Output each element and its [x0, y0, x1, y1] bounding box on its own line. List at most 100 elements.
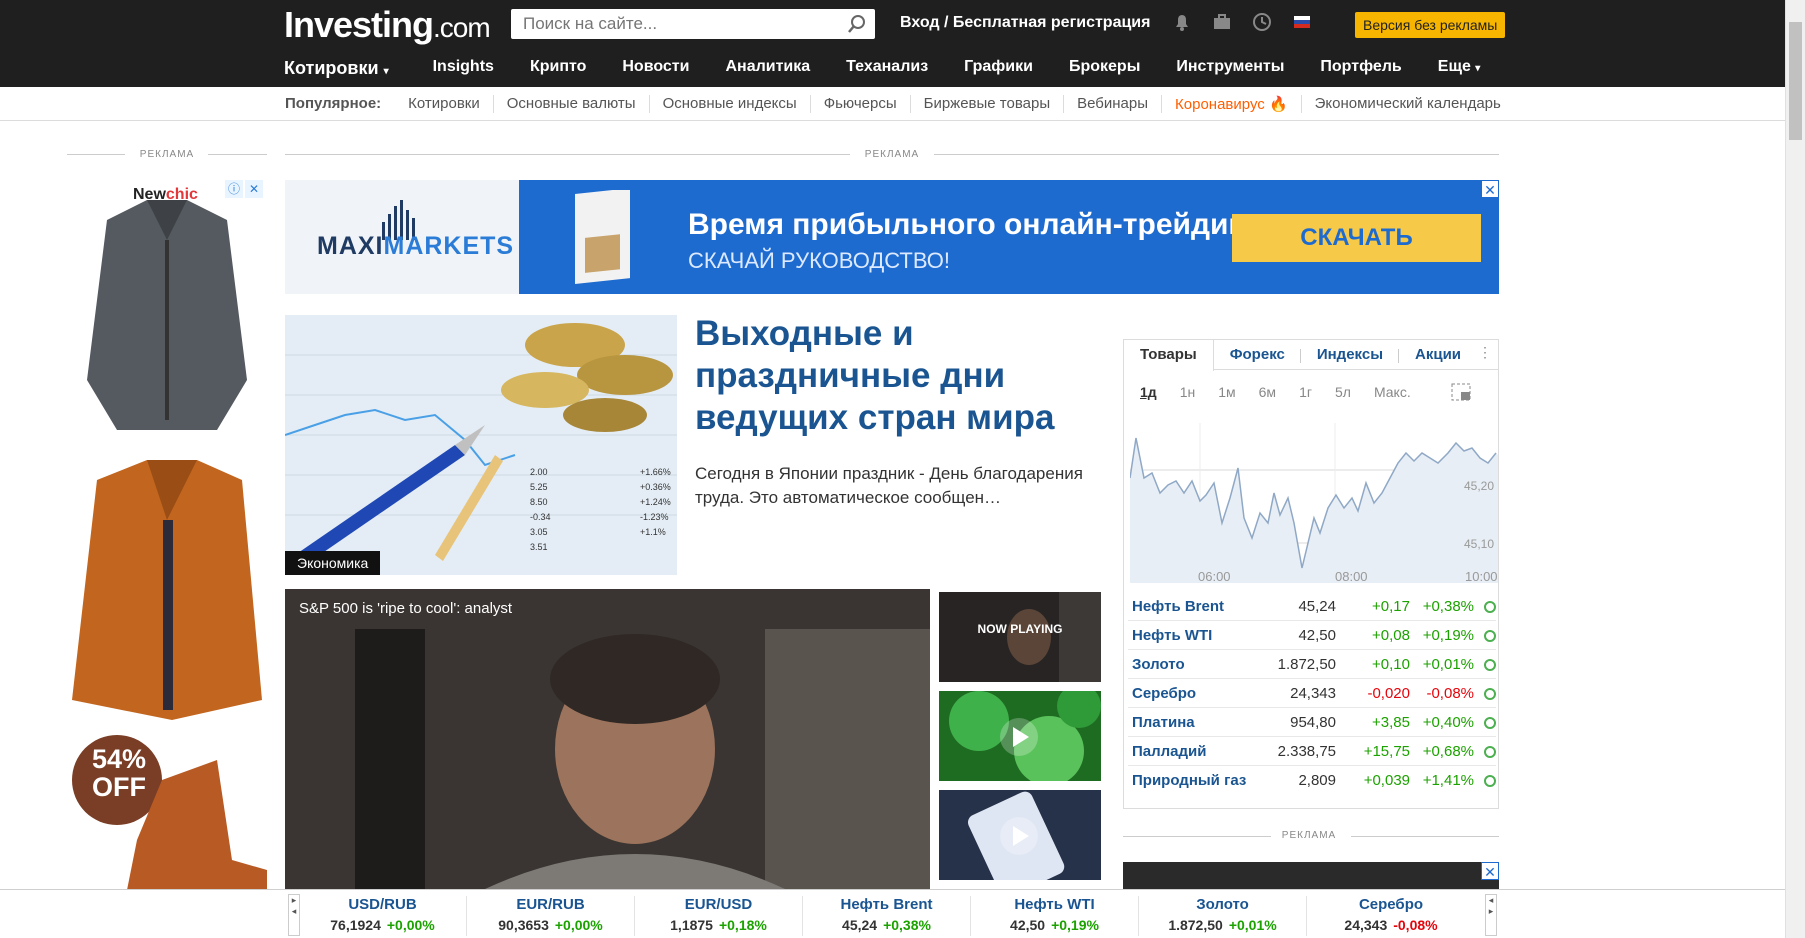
quote-name[interactable]: Природный газ: [1128, 772, 1256, 789]
quote-name[interactable]: Нефть Brent: [1128, 598, 1256, 615]
period-1w[interactable]: 1н: [1180, 384, 1196, 400]
popular-item-quotes[interactable]: Котировки: [395, 95, 494, 113]
ticker-item[interactable]: Золото 1.872,50 +0,01%: [1139, 896, 1307, 936]
bell-icon[interactable]: [1172, 12, 1192, 32]
period-5y[interactable]: 5л: [1335, 384, 1351, 400]
close-icon[interactable]: ✕: [245, 180, 263, 198]
quote-last: 1.872,50: [1277, 655, 1336, 673]
popular-item-currencies[interactable]: Основные валюты: [494, 95, 650, 113]
table-row[interactable]: Палладий 2.338,75 +15,75 +0,68%: [1128, 737, 1496, 766]
svg-text:+1.66%: +1.66%: [640, 467, 671, 477]
article-title[interactable]: Выходные и праздничные дни ведущих стран…: [695, 313, 1115, 439]
quote-name[interactable]: Платина: [1128, 714, 1256, 731]
ticker-pct: -0,08%: [1393, 917, 1438, 933]
nav-item-news[interactable]: Новости: [622, 58, 689, 79]
page-scrollbar[interactable]: [1785, 0, 1805, 938]
tab-indices[interactable]: Индексы: [1301, 340, 1400, 369]
tab-stocks[interactable]: Акции: [1399, 340, 1477, 369]
nav-item-technical[interactable]: Теханализ: [846, 58, 928, 79]
ticker-value: 1.872,50: [1168, 917, 1223, 933]
ticker-pct: +0,00%: [554, 917, 603, 933]
video-thumb-1[interactable]: NOW PLAYING: [939, 592, 1101, 682]
table-row[interactable]: Нефть Brent 45,24 +0,17 +0,38%: [1128, 592, 1496, 621]
expand-chart-icon[interactable]: [1451, 383, 1471, 401]
nav-item-more[interactable]: Еще ▾: [1438, 58, 1481, 79]
price-chart[interactable]: 45,20 45,10 06:00 08:00 10:00: [1129, 423, 1498, 584]
quote-name[interactable]: Золото: [1128, 656, 1256, 673]
no-ads-button[interactable]: Версия без рекламы: [1355, 12, 1506, 38]
logo[interactable]: Investing.com: [284, 4, 491, 46]
video-thumb-3[interactable]: [939, 790, 1101, 880]
table-row[interactable]: Природный газ 2,809 +0,039 +1,41%: [1128, 766, 1496, 795]
svg-text:+0.36%: +0.36%: [640, 482, 671, 492]
logo-text: Investing: [284, 4, 434, 45]
tab-commodities[interactable]: Товары: [1124, 340, 1214, 371]
play-icon[interactable]: [999, 717, 1039, 757]
ticker-next-icon[interactable]: ◂ ▸: [1485, 894, 1497, 936]
nav-item-analytics[interactable]: Аналитика: [725, 58, 810, 79]
ticker-item[interactable]: Нефть WTI 42,50 +0,19%: [971, 896, 1139, 936]
quote-name[interactable]: Палладий: [1128, 743, 1256, 760]
nav-item-crypto[interactable]: Крипто: [530, 58, 586, 79]
play-icon[interactable]: [999, 816, 1039, 856]
login-link[interactable]: Вход / Бесплатная регистрация: [900, 14, 1150, 32]
more-options-icon[interactable]: ⋮: [1478, 344, 1492, 361]
table-row[interactable]: Платина 954,80 +3,85 +0,40%: [1128, 708, 1496, 737]
period-6m[interactable]: 6м: [1259, 384, 1276, 400]
divider: [1123, 836, 1271, 837]
ticker-value: 90,3653: [498, 917, 549, 933]
period-max[interactable]: Макс.: [1374, 384, 1411, 400]
portfolio-icon[interactable]: [1212, 12, 1232, 32]
popular-item-commodities[interactable]: Биржевые товары: [911, 95, 1065, 113]
period-1d[interactable]: 1д: [1140, 384, 1157, 400]
nav-item-tools[interactable]: Инструменты: [1176, 58, 1284, 79]
ticker-item[interactable]: Серебро 24,343 -0,08%: [1307, 896, 1475, 936]
nav-item-brokers[interactable]: Брокеры: [1069, 58, 1140, 79]
video-player[interactable]: S&P 500 is 'ripe to cool': analyst: [285, 589, 930, 889]
popular-item-futures[interactable]: Фьючерсы: [811, 95, 911, 113]
video-thumb-2[interactable]: [939, 691, 1101, 781]
ad-info-icon[interactable]: ⓘ: [225, 180, 243, 198]
ad-choices[interactable]: ⓘ ✕: [225, 180, 267, 198]
ticker-item[interactable]: EUR/RUB 90,3653 +0,00%: [467, 896, 635, 936]
banner-download-button[interactable]: СКАЧАТЬ: [1232, 214, 1481, 262]
nav-item-insights[interactable]: Insights: [433, 58, 494, 79]
chart-y-label: 45,10: [1464, 537, 1494, 551]
ticker-pct: +0,19%: [1051, 917, 1099, 933]
period-1y[interactable]: 1г: [1299, 384, 1312, 400]
period-1m[interactable]: 1м: [1218, 384, 1235, 400]
quote-change-pct: -0,08%: [1426, 684, 1474, 702]
ticker-item[interactable]: Нефть Brent 45,24 +0,38%: [803, 896, 971, 936]
search-icon[interactable]: [847, 14, 867, 34]
table-row[interactable]: Золото 1.872,50 +0,10 +0,01%: [1128, 650, 1496, 679]
top-banner-ad[interactable]: MAXIMARKETS Время прибыльного онлайн-тре…: [285, 180, 1499, 294]
article-image[interactable]: 2.00 5.25 8.50 -0.34 3.05 3.51 +1.66% +0.36% +1…: [285, 315, 677, 575]
popular-item-webinars[interactable]: Вебинары: [1064, 95, 1163, 113]
ticker-item[interactable]: USD/RUB 76,1924 +0,00%: [299, 896, 467, 936]
jacket-image: [87, 200, 247, 430]
close-icon[interactable]: ✕: [1481, 862, 1499, 880]
ticker-bar: ▸ ◂ USD/RUB 76,1924 +0,00% EUR/RUB 90,3653…: [0, 889, 1785, 938]
search-input[interactable]: [511, 9, 831, 39]
popular-item-calendar[interactable]: Экономический календарь: [1302, 95, 1514, 113]
article-category-tag[interactable]: Экономика: [285, 551, 381, 575]
svg-text:3.51: 3.51: [530, 542, 548, 552]
nav-item-charts[interactable]: Графики: [964, 58, 1033, 79]
popular-item-indices[interactable]: Основные индексы: [650, 95, 811, 113]
popular-item-coronavirus[interactable]: Коронавирус 🔥: [1162, 95, 1302, 113]
nav-item-quotes[interactable]: Котировки ▾: [284, 58, 389, 79]
quote-name[interactable]: Серебро: [1128, 685, 1256, 702]
russia-flag-icon[interactable]: [1292, 12, 1312, 32]
tab-forex[interactable]: Форекс: [1214, 340, 1301, 369]
video-frame: [285, 589, 930, 889]
table-row[interactable]: Серебро 24,343 -0,020 -0,08%: [1128, 679, 1496, 708]
quote-name[interactable]: Нефть WTI: [1128, 627, 1256, 644]
main-nav: Котировки ▾ Insights Крипто Новости Анал…: [284, 58, 1516, 79]
table-row[interactable]: Нефть WTI 42,50 +0,08 +0,19%: [1128, 621, 1496, 650]
scrollbar-thumb[interactable]: [1789, 22, 1802, 140]
close-icon[interactable]: ✕: [1481, 180, 1499, 198]
ticker-item[interactable]: EUR/USD 1,1875 +0,18%: [635, 896, 803, 936]
svg-text:+1.24%: +1.24%: [640, 497, 671, 507]
nav-item-portfolio[interactable]: Портфель: [1320, 58, 1401, 79]
clock-icon[interactable]: [1252, 12, 1272, 32]
